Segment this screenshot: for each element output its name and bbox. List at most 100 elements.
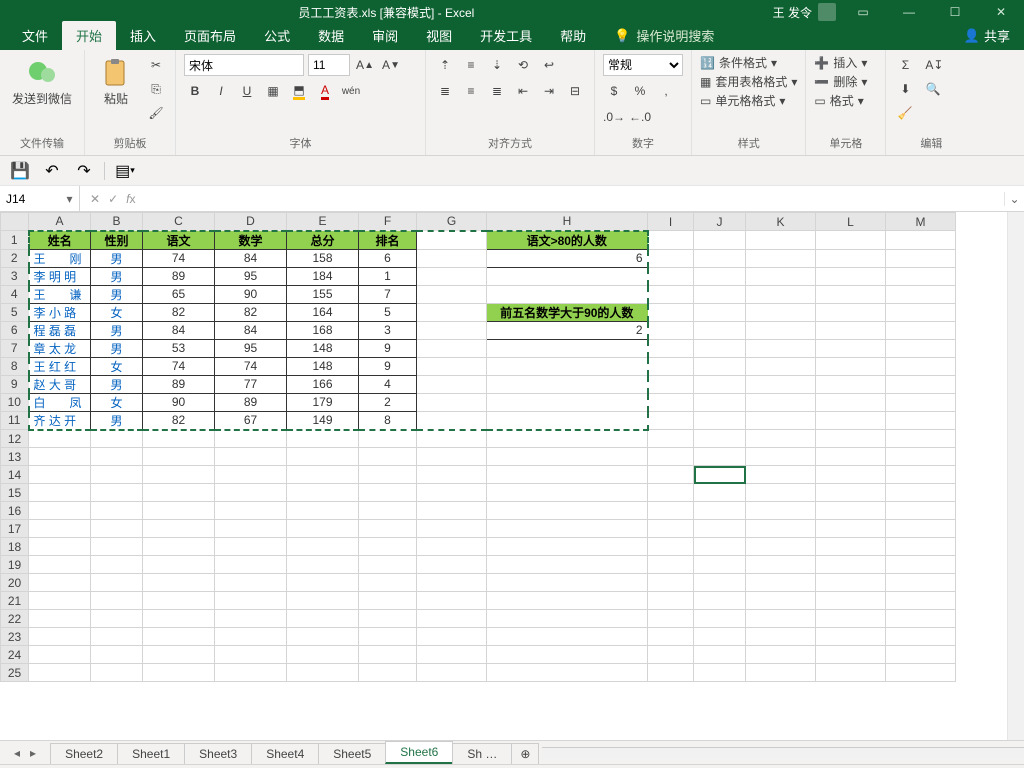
align-left-button[interactable]: ≣ — [434, 80, 456, 102]
cell-I15[interactable] — [648, 484, 694, 502]
col-header-E[interactable]: E — [287, 213, 359, 231]
horizontal-scrollbar[interactable] — [542, 747, 1024, 759]
cell-K20[interactable] — [746, 574, 816, 592]
minimize-button[interactable]: — — [886, 0, 932, 24]
row-header-18[interactable]: 18 — [1, 538, 29, 556]
cell-H14[interactable] — [487, 466, 648, 484]
cell-F16[interactable] — [359, 502, 417, 520]
cell-I23[interactable] — [648, 628, 694, 646]
cell-L6[interactable] — [816, 321, 886, 339]
cell-D14[interactable] — [215, 466, 287, 484]
cell-A10[interactable]: 白 凤 — [29, 393, 91, 411]
insert-cells-button[interactable]: ➕插入▾ — [814, 54, 877, 71]
cell-J12[interactable] — [694, 430, 746, 448]
cell-C2[interactable]: 74 — [143, 249, 215, 267]
row-header-12[interactable]: 12 — [1, 430, 29, 448]
percent-button[interactable]: % — [629, 80, 651, 102]
col-header-M[interactable]: M — [886, 213, 956, 231]
cell-C12[interactable] — [143, 430, 215, 448]
cell-G3[interactable] — [417, 267, 487, 285]
cell-H12[interactable] — [487, 430, 648, 448]
cell-G10[interactable] — [417, 393, 487, 411]
cell-K2[interactable] — [746, 249, 816, 267]
currency-button[interactable]: $ — [603, 80, 625, 102]
merge-button[interactable]: ⊟ — [564, 80, 586, 102]
align-center-button[interactable]: ≡ — [460, 80, 482, 102]
cell-D25[interactable] — [215, 664, 287, 682]
cell-B10[interactable]: 女 — [91, 393, 143, 411]
cell-B24[interactable] — [91, 646, 143, 664]
cell-M18[interactable] — [886, 538, 956, 556]
copy-button[interactable]: ⎘ — [145, 78, 167, 100]
cell-M7[interactable] — [886, 339, 956, 357]
cell-C4[interactable]: 65 — [143, 285, 215, 303]
cell-J17[interactable] — [694, 520, 746, 538]
cell-J22[interactable] — [694, 610, 746, 628]
cell-K4[interactable] — [746, 285, 816, 303]
cell-J6[interactable] — [694, 321, 746, 339]
cell-J23[interactable] — [694, 628, 746, 646]
fill-color-button[interactable]: ⬒ — [288, 80, 310, 102]
cell-E6[interactable]: 168 — [287, 321, 359, 339]
cell-H16[interactable] — [487, 502, 648, 520]
cell-L15[interactable] — [816, 484, 886, 502]
row-header-10[interactable]: 10 — [1, 393, 29, 411]
tab-data[interactable]: 数据 — [304, 21, 358, 50]
cell-C3[interactable]: 89 — [143, 267, 215, 285]
col-header-F[interactable]: F — [359, 213, 417, 231]
cell-M12[interactable] — [886, 430, 956, 448]
row-header-19[interactable]: 19 — [1, 556, 29, 574]
cell-E16[interactable] — [287, 502, 359, 520]
cell-I24[interactable] — [648, 646, 694, 664]
cell-G17[interactable] — [417, 520, 487, 538]
row-header-24[interactable]: 24 — [1, 646, 29, 664]
cell-J18[interactable] — [694, 538, 746, 556]
tab-formulas[interactable]: 公式 — [250, 21, 304, 50]
phonetic-button[interactable]: wén — [340, 80, 362, 102]
cell-I2[interactable] — [648, 249, 694, 267]
row-header-13[interactable]: 13 — [1, 448, 29, 466]
cell-E22[interactable] — [287, 610, 359, 628]
cell-F7[interactable]: 9 — [359, 339, 417, 357]
cell-H8[interactable] — [487, 357, 648, 375]
row-header-11[interactable]: 11 — [1, 411, 29, 430]
cell-C14[interactable] — [143, 466, 215, 484]
cell-J21[interactable] — [694, 592, 746, 610]
name-box[interactable] — [6, 192, 66, 206]
cell-G12[interactable] — [417, 430, 487, 448]
cell-L2[interactable] — [816, 249, 886, 267]
cell-A19[interactable] — [29, 556, 91, 574]
cell-B16[interactable] — [91, 502, 143, 520]
cell-D23[interactable] — [215, 628, 287, 646]
col-header-J[interactable]: J — [694, 213, 746, 231]
cell-E24[interactable] — [287, 646, 359, 664]
cell-F5[interactable]: 5 — [359, 303, 417, 321]
align-right-button[interactable]: ≣ — [486, 80, 508, 102]
row-header-17[interactable]: 17 — [1, 520, 29, 538]
enter-formula-button[interactable]: ✓ — [108, 192, 118, 206]
cell-E20[interactable] — [287, 574, 359, 592]
cell-D17[interactable] — [215, 520, 287, 538]
row-header-3[interactable]: 3 — [1, 267, 29, 285]
cell-H1[interactable]: 语文>80的人数 — [487, 231, 648, 250]
cell-F11[interactable]: 8 — [359, 411, 417, 430]
cell-C16[interactable] — [143, 502, 215, 520]
cell-A4[interactable]: 王 谦 — [29, 285, 91, 303]
cell-G24[interactable] — [417, 646, 487, 664]
cell-L1[interactable] — [816, 231, 886, 250]
row-header-22[interactable]: 22 — [1, 610, 29, 628]
ribbon-options-button[interactable]: ▭ — [840, 0, 886, 24]
find-select-button[interactable]: 🔍 — [922, 78, 944, 100]
cell-L16[interactable] — [816, 502, 886, 520]
cell-J19[interactable] — [694, 556, 746, 574]
cell-K24[interactable] — [746, 646, 816, 664]
cell-style-button[interactable]: ▭单元格格式▾ — [700, 92, 797, 109]
sheet-tab-Sheet5[interactable]: Sheet5 — [318, 743, 386, 764]
cell-A3[interactable]: 李 明 明 — [29, 267, 91, 285]
indent-dec-button[interactable]: ⇤ — [512, 80, 534, 102]
cell-E4[interactable]: 155 — [287, 285, 359, 303]
row-header-2[interactable]: 2 — [1, 249, 29, 267]
redo-button[interactable]: ↷ — [72, 159, 96, 183]
cell-E15[interactable] — [287, 484, 359, 502]
cell-I1[interactable] — [648, 231, 694, 250]
